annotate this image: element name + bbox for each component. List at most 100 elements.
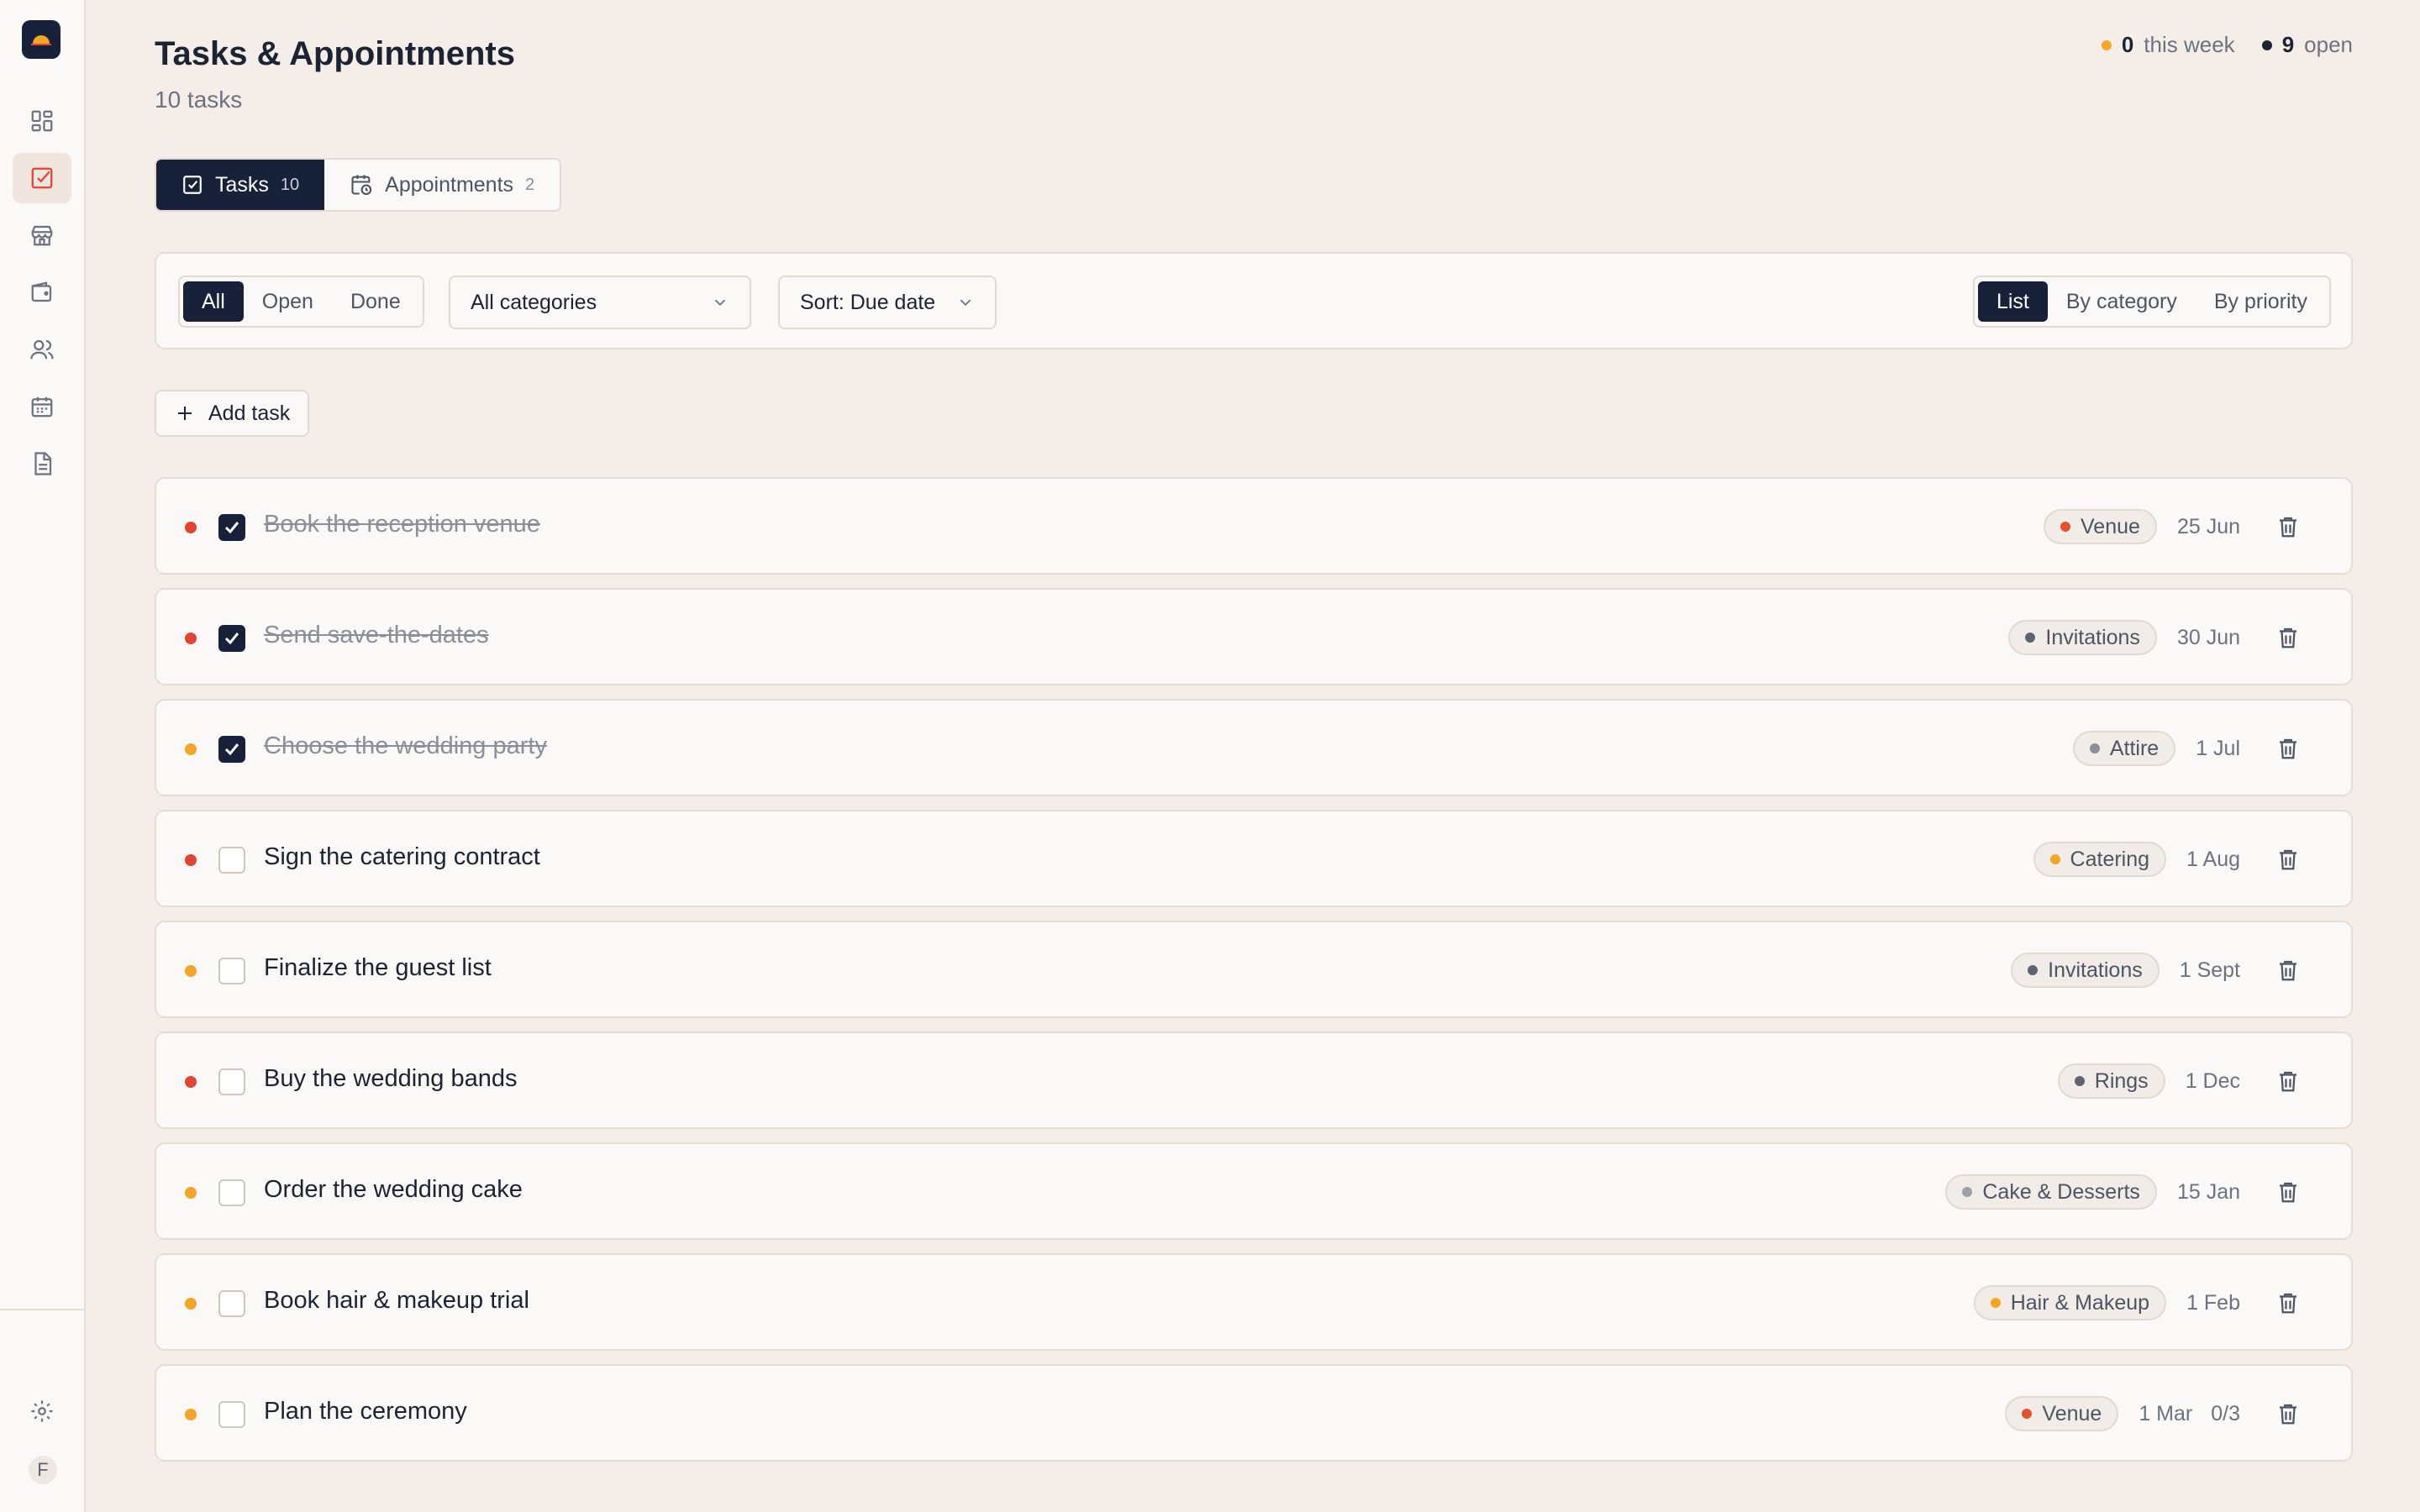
category-select[interactable]: All categories xyxy=(449,276,751,329)
filter-done[interactable]: Done xyxy=(332,281,419,322)
task-title: Book hair & makeup trial xyxy=(264,1287,529,1314)
sidebar-item-documents[interactable] xyxy=(13,438,71,489)
plus-icon xyxy=(178,407,192,420)
task-row[interactable]: Send save-the-dates Invitations 30 Jun xyxy=(155,588,2353,685)
category-label: Invitations xyxy=(2048,958,2143,982)
checkmark-icon xyxy=(224,743,239,756)
filter-all[interactable]: All xyxy=(183,281,244,322)
stat-dot-icon xyxy=(2101,39,2112,50)
task-meta: Cake & Desserts 15 Jan xyxy=(1945,1174,2301,1210)
task-checkbox[interactable] xyxy=(218,514,245,541)
priority-dot xyxy=(185,743,197,755)
category-dot-icon xyxy=(2028,965,2039,975)
summary-stats: 0 this week 9 open xyxy=(2101,32,2353,58)
category-badge: Rings xyxy=(2057,1063,2165,1099)
trash-icon xyxy=(2280,849,2296,870)
sidebar-item-budget[interactable] xyxy=(13,267,71,318)
due-date: 25 Jun xyxy=(2176,514,2240,538)
task-checkbox[interactable] xyxy=(218,1290,245,1317)
category-label: Catering xyxy=(2070,847,2150,871)
task-checkbox[interactable] xyxy=(218,958,245,984)
category-dot-icon xyxy=(2025,633,2036,643)
page-title: Tasks & Appointments xyxy=(155,35,515,72)
delete-task-button[interactable] xyxy=(2275,625,2301,650)
delete-task-button[interactable] xyxy=(2275,514,2301,539)
checkmark-icon xyxy=(224,522,239,534)
task-row[interactable]: Finalize the guest list Invitations 1 Sept xyxy=(155,921,2353,1018)
add-task-button[interactable]: Add task xyxy=(155,390,309,437)
category-badge: Hair & Makeup xyxy=(1973,1285,2167,1320)
sidebar-item-calendar[interactable] xyxy=(13,381,71,432)
due-date: 1 Sept xyxy=(2179,958,2240,982)
sidebar-item-dashboard[interactable] xyxy=(13,96,71,146)
task-checkbox[interactable] xyxy=(218,847,245,874)
task-title: Order the wedding cake xyxy=(264,1176,523,1203)
wallet-icon xyxy=(31,281,52,302)
task-row[interactable]: Choose the wedding party Attire 1 Jul xyxy=(155,699,2353,796)
sidebar-item-guests[interactable] xyxy=(13,324,71,375)
tab-tasks[interactable]: Tasks 10 xyxy=(156,160,325,210)
task-checkbox[interactable] xyxy=(218,1179,245,1206)
category-badge: Venue xyxy=(2005,1396,2119,1431)
view-list[interactable]: List xyxy=(1977,281,2048,322)
guests-users-icon xyxy=(30,339,54,360)
sidebar-item-tasks[interactable] xyxy=(13,153,71,203)
category-badge: Invitations xyxy=(2008,620,2157,655)
delete-task-button[interactable] xyxy=(2275,1401,2301,1426)
delete-task-button[interactable] xyxy=(2275,1290,2301,1315)
filter-toolbar: All Open Done All categories Sort: Due d… xyxy=(155,252,2353,349)
due-date: 1 Feb xyxy=(2186,1290,2240,1315)
task-checkbox[interactable] xyxy=(218,1401,245,1428)
tab-appointments[interactable]: Appointments 2 xyxy=(324,160,560,210)
stat-label: this week xyxy=(2144,32,2235,57)
view-by-priority[interactable]: By priority xyxy=(2196,281,2326,322)
task-row[interactable]: Sign the catering contract Catering 1 Aug xyxy=(155,810,2353,907)
trash-icon xyxy=(2280,738,2296,759)
delete-task-button[interactable] xyxy=(2275,958,2301,983)
sort-select[interactable]: Sort: Due date xyxy=(778,276,997,329)
trash-icon xyxy=(2280,627,2296,648)
stat-dot-icon xyxy=(2261,39,2272,50)
tab-label: Tasks xyxy=(215,172,269,197)
trash-icon xyxy=(2280,1293,2296,1314)
document-icon xyxy=(34,452,52,475)
filter-open[interactable]: Open xyxy=(244,281,332,322)
gear-icon xyxy=(31,1400,53,1422)
category-badge: Venue xyxy=(2044,509,2157,544)
view-by-category[interactable]: By category xyxy=(2048,281,2196,322)
calendar-clock-icon xyxy=(351,175,372,196)
priority-dot xyxy=(185,522,197,533)
category-dot-icon xyxy=(1962,1187,1973,1197)
task-checkbox[interactable] xyxy=(218,736,245,763)
task-row[interactable]: Plan the ceremony Venue 1 Mar 0/3 xyxy=(155,1364,2353,1462)
chevron-down-icon xyxy=(714,299,726,307)
task-row[interactable]: Book hair & makeup trial Hair & Makeup 1 F… xyxy=(155,1253,2353,1351)
delete-task-button[interactable] xyxy=(2275,847,2301,872)
stat-value: 9 xyxy=(2281,32,2295,57)
task-row[interactable]: Buy the wedding bands Rings 1 Dec xyxy=(155,1032,2353,1129)
task-checkbox[interactable] xyxy=(218,625,245,652)
task-checkbox[interactable] xyxy=(218,1068,245,1095)
trash-icon xyxy=(2280,1071,2296,1092)
dashboard-icon xyxy=(31,110,53,132)
view-switcher: List By category By priority xyxy=(1972,276,2331,328)
app-logo[interactable] xyxy=(22,20,60,59)
task-title: Book the reception venue xyxy=(264,511,540,538)
priority-dot xyxy=(185,854,197,866)
delete-task-button[interactable] xyxy=(2275,736,2301,761)
sort-select-value: Sort: Due date xyxy=(800,290,936,314)
check-square-icon xyxy=(183,176,202,194)
sidebar-item-vendors[interactable] xyxy=(13,210,71,260)
delete-task-button[interactable] xyxy=(2275,1068,2301,1094)
task-meta: Venue 1 Mar 0/3 xyxy=(2005,1396,2301,1431)
category-dot-icon xyxy=(1990,1298,2001,1308)
user-avatar[interactable]: F xyxy=(29,1456,57,1484)
task-title: Sign the catering contract xyxy=(264,843,540,870)
task-meta: Hair & Makeup 1 Feb xyxy=(1973,1285,2301,1320)
main-tabs: Tasks 10 Appointments 2 xyxy=(155,158,562,212)
settings-button[interactable] xyxy=(13,1386,71,1436)
delete-task-button[interactable] xyxy=(2275,1179,2301,1205)
task-row[interactable]: Order the wedding cake Cake & Desserts 15 … xyxy=(155,1142,2353,1240)
priority-dot xyxy=(185,965,197,977)
task-row[interactable]: Book the reception venue Venue 25 Jun xyxy=(155,477,2353,575)
